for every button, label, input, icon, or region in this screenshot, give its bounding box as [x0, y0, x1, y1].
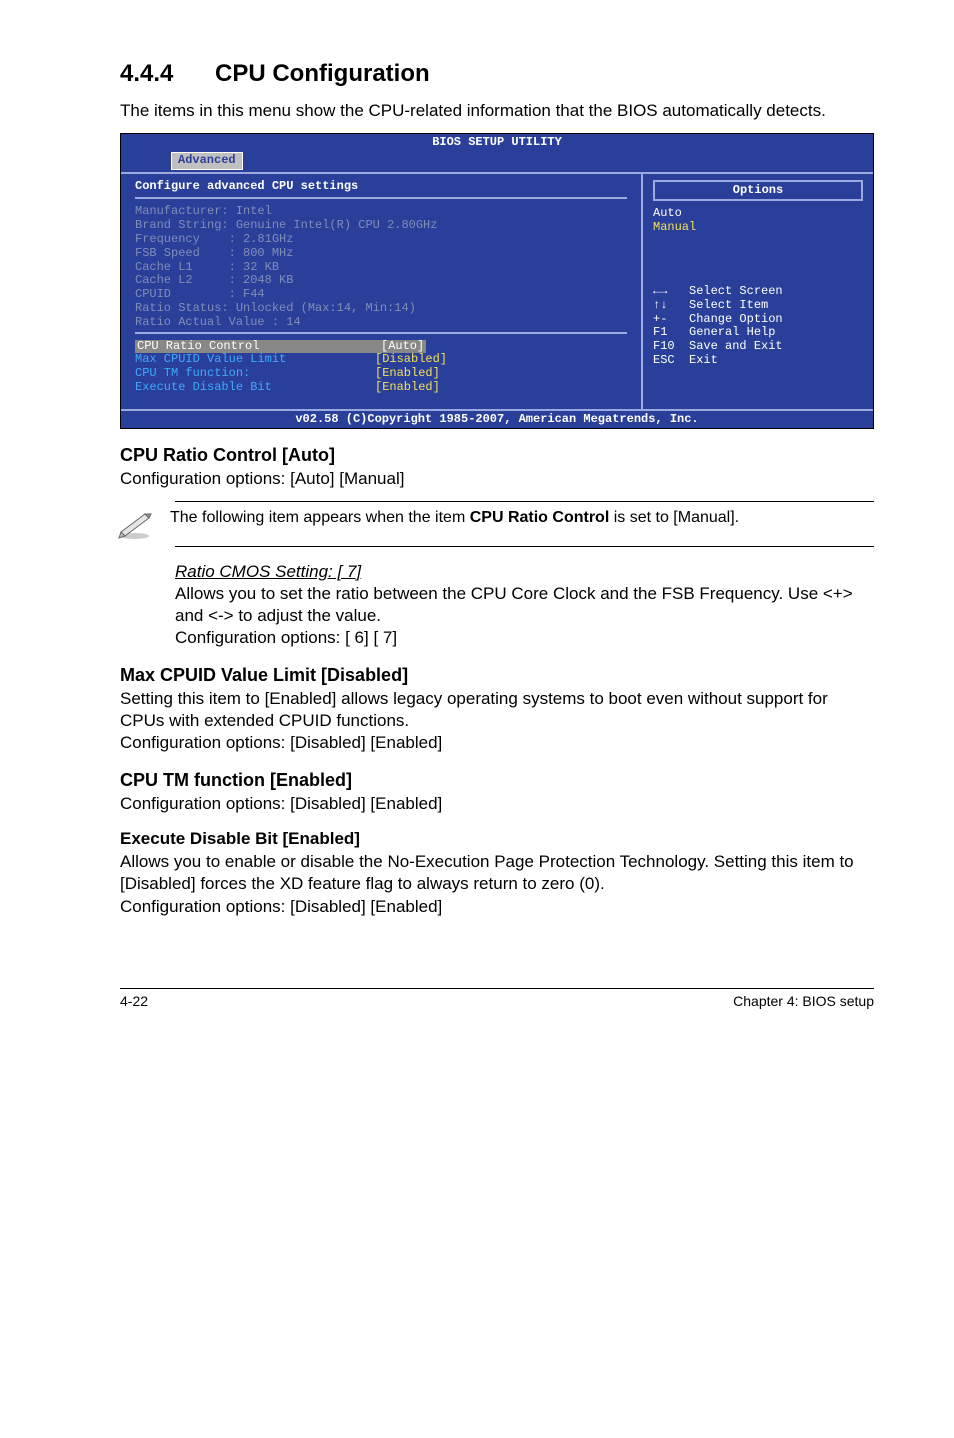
cpu-info-line: Brand String: Genuine Intel(R) CPU 2.80G… — [135, 218, 437, 232]
opt-heading-exec-disable: Execute Disable Bit [Enabled] — [120, 829, 874, 849]
opt-body: Configuration options: [Auto] [Manual] — [120, 468, 874, 490]
divider — [135, 332, 627, 334]
key-legend: ←→ Select Screen ↑↓ Select Item +- Chang… — [653, 285, 863, 368]
legend-line: ESC Exit — [653, 353, 718, 367]
opt-body: Allows you to enable or disable the No-E… — [120, 851, 874, 917]
cpu-info-line: FSB Speed : 800 MHz — [135, 246, 293, 260]
setting-value: [Disabled] — [375, 353, 447, 367]
bios-tab-advanced: Advanced — [171, 152, 243, 170]
legend-line: ←→ Select Screen — [653, 284, 783, 298]
bios-setting-row: CPU Ratio Control [Auto] — [135, 340, 627, 354]
section-heading: 4.4.4CPU Configuration — [120, 60, 874, 88]
divider — [135, 197, 627, 199]
bios-title: BIOS SETUP UTILITY — [121, 134, 873, 152]
setting-label: CPU Ratio Control — [135, 340, 379, 354]
bios-setting-row: Max CPUID Value Limit [Disabled] — [135, 353, 627, 367]
options-header: Options — [653, 180, 863, 202]
bios-tab-row: Advanced — [121, 152, 873, 172]
setting-label: Execute Disable Bit — [135, 381, 375, 395]
cpu-info-line: Cache L1 : 32 KB — [135, 260, 279, 274]
bios-setting-row: CPU TM function: [Enabled] — [135, 367, 627, 381]
cpu-info-line: Ratio Status: Unlocked (Max:14, Min:14) — [135, 301, 416, 315]
setting-value: [Auto] — [379, 340, 426, 354]
sub-option-text: Allows you to set the ratio between the … — [175, 583, 874, 627]
sub-option-block: Ratio CMOS Setting: [ 7] Allows you to s… — [175, 561, 874, 649]
sub-option-heading: Ratio CMOS Setting: [ 7] — [175, 561, 874, 583]
setting-value: [Enabled] — [375, 381, 440, 395]
section-number: 4.4.4 — [120, 60, 215, 88]
opt-body: Configuration options: [Disabled] [Enabl… — [120, 793, 874, 815]
bios-screenshot: BIOS SETUP UTILITY Advanced Configure ad… — [120, 133, 874, 430]
option-auto: Auto — [653, 207, 863, 221]
legend-line: ↑↓ Select Item — [653, 298, 768, 312]
chapter-label: Chapter 4: BIOS setup — [733, 993, 874, 1009]
opt-heading-max-cpuid: Max CPUID Value Limit [Disabled] — [120, 665, 874, 686]
bios-panel-heading: Configure advanced CPU settings — [135, 178, 627, 196]
note-text: The following item appears when the item… — [170, 508, 739, 529]
page-footer: 4-22 Chapter 4: BIOS setup — [120, 988, 874, 1009]
cpu-info-line: Manufacturer: Intel — [135, 204, 272, 218]
cpu-info-line: Ratio Actual Value : 14 — [135, 315, 301, 329]
cpu-info-line: Cache L2 : 2048 KB — [135, 273, 293, 287]
setting-label: CPU TM function: — [135, 367, 375, 381]
cpu-info-block: Manufacturer: Intel Brand String: Genuin… — [135, 205, 627, 329]
note-box: The following item appears when the item… — [175, 501, 874, 547]
opt-body: Setting this item to [Enabled] allows le… — [120, 688, 874, 754]
intro-text: The items in this menu show the CPU-rela… — [120, 100, 874, 123]
bios-setting-row: Execute Disable Bit [Enabled] — [135, 381, 627, 395]
cpu-info-line: Frequency : 2.81GHz — [135, 232, 293, 246]
opt-heading-cpu-tm: CPU TM function [Enabled] — [120, 770, 874, 791]
setting-value: [Enabled] — [375, 367, 440, 381]
sub-option-text: Configuration options: [ 6] [ 7] — [175, 627, 874, 649]
note-icon — [115, 508, 170, 540]
option-manual: Manual — [653, 221, 863, 235]
opt-heading-cpu-ratio: CPU Ratio Control [Auto] — [120, 445, 874, 466]
legend-line: F1 General Help — [653, 325, 775, 339]
cpu-info-line: CPUID : F44 — [135, 287, 265, 301]
legend-line: F10 Save and Exit — [653, 339, 783, 353]
legend-line: +- Change Option — [653, 312, 783, 326]
setting-label: Max CPUID Value Limit — [135, 353, 375, 367]
bios-footer: v02.58 (C)Copyright 1985-2007, American … — [121, 411, 873, 429]
section-title-text: CPU Configuration — [215, 60, 430, 87]
page-number: 4-22 — [120, 993, 148, 1009]
